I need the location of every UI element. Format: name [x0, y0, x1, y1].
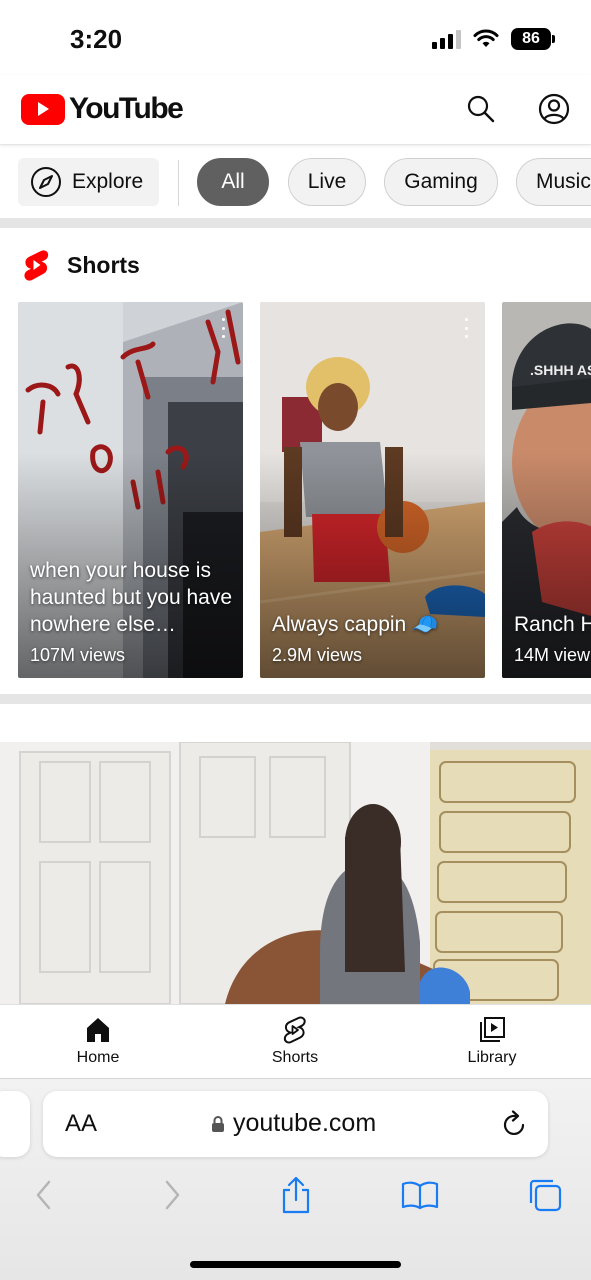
short-title: Always cappin 🧢: [272, 613, 439, 636]
section-divider: [0, 218, 591, 228]
url-text: youtube.com: [233, 1109, 377, 1137]
chip-all[interactable]: All: [197, 158, 269, 206]
lock-icon: [212, 1115, 224, 1132]
youtube-mobile-screen: 3:20 86 YouTube Explore All Live Gaming …: [0, 0, 591, 1280]
chip-music[interactable]: Music: [516, 158, 591, 206]
hat-text: .SHHH AS: [530, 362, 591, 378]
short-views: 107M views: [30, 645, 126, 665]
tabs-icon[interactable]: [525, 1175, 565, 1215]
text-size-label: AA: [65, 1110, 98, 1137]
browser-toolbar: AA youtube.com: [0, 1078, 591, 1280]
short-card[interactable]: when your house is haunted but you have …: [18, 302, 243, 678]
video-thumbnail[interactable]: [0, 742, 591, 1004]
chip-live[interactable]: Live: [288, 158, 366, 206]
battery-indicator: 86: [511, 28, 555, 50]
bookmarks-icon[interactable]: [400, 1175, 440, 1215]
wifi-icon: [473, 29, 499, 47]
chip-label: Explore: [72, 170, 144, 193]
shorts-icon: [283, 1016, 306, 1044]
search-icon[interactable]: [463, 91, 499, 127]
nav-label: Home: [76, 1049, 120, 1066]
more-options-icon[interactable]: [463, 318, 469, 338]
more-options-icon[interactable]: [220, 318, 226, 338]
short-views: 14M view: [514, 645, 591, 665]
nav-item-home[interactable]: Home: [38, 1015, 158, 1067]
chip-divider: [178, 160, 179, 206]
account-icon[interactable]: [536, 91, 572, 127]
nav-item-library[interactable]: Library: [432, 1015, 552, 1067]
bottom-navigation: Home Shorts Library: [0, 1004, 591, 1078]
nav-label: Library: [467, 1049, 517, 1066]
share-icon[interactable]: [276, 1175, 316, 1215]
nav-item-shorts[interactable]: Shorts: [235, 1015, 355, 1067]
home-icon: [87, 1018, 109, 1042]
chip-label: Gaming: [404, 170, 478, 193]
compass-icon: [31, 167, 61, 197]
cellular-signal-icon: [432, 29, 461, 49]
reload-icon[interactable]: [502, 1110, 528, 1143]
short-card[interactable]: .SHHH AS Ranch H 14M view: [502, 302, 591, 678]
youtube-logo[interactable]: YouTube: [21, 92, 184, 126]
shorts-carousel: when your house is haunted but you have …: [0, 302, 591, 678]
shorts-section-title: Shorts: [67, 252, 140, 278]
play-logo-icon: [21, 93, 65, 125]
text-size-button[interactable]: AA: [65, 1110, 97, 1138]
back-icon[interactable]: [24, 1175, 64, 1215]
status-bar: 3:20 86: [0, 0, 591, 75]
address-bar[interactable]: AA youtube.com: [43, 1091, 548, 1157]
short-card[interactable]: Always cappin 🧢 2.9M views: [260, 302, 485, 678]
previous-tab-peek[interactable]: [0, 1091, 30, 1157]
short-views: 2.9M views: [272, 645, 363, 665]
forward-icon[interactable]: [152, 1175, 192, 1215]
library-icon: [480, 1017, 505, 1042]
filter-chips-bar: Explore All Live Gaming Music: [0, 150, 591, 216]
chip-gaming[interactable]: Gaming: [384, 158, 498, 206]
short-title: Ranch H: [514, 613, 591, 636]
status-icons: 86: [432, 28, 555, 50]
app-header: YouTube: [0, 75, 591, 145]
chip-explore[interactable]: Explore: [18, 158, 159, 206]
chip-label: Live: [307, 170, 347, 193]
video-thumbnail-image: [0, 742, 591, 1004]
url-display[interactable]: youtube.com: [211, 1109, 376, 1138]
chip-label: All: [221, 170, 245, 193]
chip-label: Music: [536, 170, 591, 193]
shorts-logo-icon: [22, 249, 50, 286]
section-divider: [0, 694, 591, 704]
nav-label: Shorts: [271, 1049, 319, 1066]
home-indicator: [190, 1261, 401, 1268]
status-time: 3:20: [70, 24, 123, 54]
logo-text: YouTube: [69, 92, 184, 125]
short-title: when your house is haunted but you have …: [30, 559, 233, 636]
shorts-shelf-header: Shorts: [0, 229, 591, 299]
